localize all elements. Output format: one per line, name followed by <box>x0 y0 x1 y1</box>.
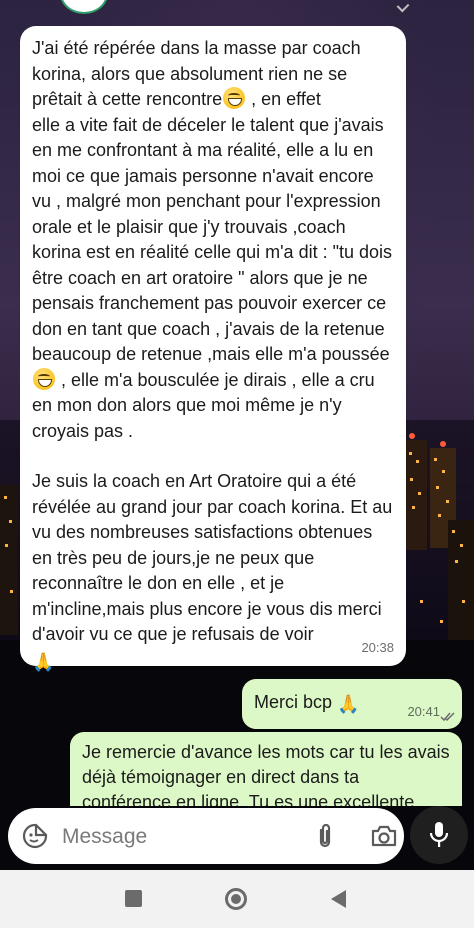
paragraph-spacer <box>32 444 394 469</box>
read-check-icon <box>396 0 410 13</box>
mic-button[interactable] <box>410 806 468 864</box>
message-input[interactable] <box>62 824 282 850</box>
outgoing-message-bubble[interactable]: Je remercie d'avance les mots car tu les… <box>70 732 462 806</box>
mic-icon <box>429 822 449 847</box>
message-paragraph: J'ai été répérée dans la masse par coach… <box>32 36 394 444</box>
attach-icon[interactable] <box>314 822 336 850</box>
conversation-area[interactable]: J'ai été répérée dans la masse par coach… <box>0 0 474 870</box>
message-text: , en effet elle a vite fait de déceler l… <box>32 89 393 364</box>
camera-icon[interactable] <box>370 824 398 848</box>
message-composer[interactable] <box>8 808 404 864</box>
system-navigation-bar <box>0 870 474 928</box>
double-check-icon <box>440 712 455 722</box>
message-time: 20:41 <box>407 704 440 719</box>
incoming-message-bubble[interactable]: J'ai été répérée dans la masse par coach… <box>20 26 406 671</box>
message-text: Je suis la coach en Art Oratoire qui a é… <box>32 471 393 644</box>
outgoing-message-bubble[interactable]: Merci bcp 🙏 20:41 <box>242 679 462 729</box>
message-text: , elle m'a bousculée je dirais , elle a … <box>32 369 375 441</box>
message-text: Je remercie d'avance les mots car tu les… <box>82 742 450 806</box>
message-time: 20:38 <box>361 639 394 655</box>
home-icon[interactable] <box>225 888 247 910</box>
grinning-sweat-emoji-icon <box>223 87 246 109</box>
contact-logo <box>60 0 108 14</box>
pray-emoji-icon: 🙏 <box>337 694 360 715</box>
back-icon[interactable] <box>331 890 346 908</box>
message-paragraph: Je suis la coach en Art Oratoire qui a é… <box>32 469 394 673</box>
message-text: Merci bcp <box>254 692 333 712</box>
pray-emoji-icon: 🙏 <box>32 651 55 673</box>
grinning-sweat-emoji-icon <box>33 367 55 390</box>
sticker-icon[interactable] <box>22 823 48 849</box>
recents-icon[interactable] <box>125 890 142 907</box>
